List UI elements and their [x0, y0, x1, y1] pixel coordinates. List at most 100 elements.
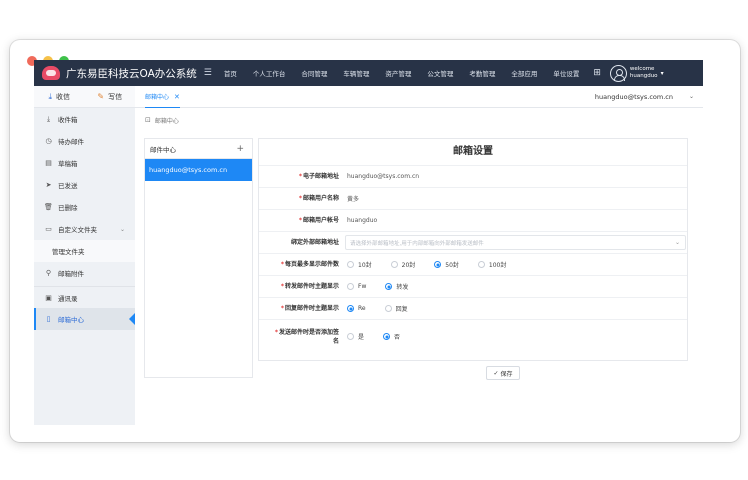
sidebar-item-sent[interactable]: ➤ 已发送: [34, 174, 135, 196]
trash-icon: 🗑: [44, 203, 53, 211]
nav-item-home[interactable]: 首页: [218, 68, 245, 78]
username-label: *邮箱用户名称: [259, 194, 345, 203]
signature-option[interactable]: 是: [347, 332, 364, 341]
sidebar-actions: ⤓ 收信 ✎ 写信: [34, 86, 135, 108]
nav-item-contracts[interactable]: 合同管理: [293, 68, 335, 78]
sidebar-item-label: 草稿箱: [58, 160, 78, 168]
account-label-text: 邮箱用户帐号: [302, 217, 339, 224]
chevron-down-icon: ⌄: [119, 225, 125, 233]
sidebar-item-inbox[interactable]: ⤓ 收件箱: [34, 108, 135, 130]
radio-label: 回复: [395, 306, 408, 313]
nav-item-vehicles[interactable]: 车辆管理: [335, 68, 377, 78]
chevron-down-icon[interactable]: ⌄: [689, 93, 694, 100]
compose-label: 写信: [108, 92, 123, 101]
send-icon: ➤: [45, 181, 52, 189]
compose-button[interactable]: ✎ 写信: [85, 86, 136, 107]
email-label-text: 电子邮箱地址: [302, 173, 339, 180]
user-name: huangduo: [629, 73, 658, 79]
nav-item-all-apps[interactable]: 全部应用: [503, 68, 545, 78]
user-welcome: welcome: [629, 66, 655, 72]
reply-option[interactable]: 回复: [384, 304, 408, 313]
forward-label: *转发邮件时主题显示: [259, 282, 345, 291]
per-page-option[interactable]: 100封: [477, 260, 506, 269]
forward-option[interactable]: Fw: [347, 283, 366, 290]
per-page-option[interactable]: 50封: [434, 260, 459, 269]
radio-circle[interactable]: [384, 305, 392, 312]
signature-option[interactable]: 否: [383, 332, 400, 341]
save-button[interactable]: ✓ 保存: [486, 366, 520, 380]
main-area: 邮箱中心 ✕ huangduo@tsys.com.cn ⌄ ⊡ 邮箱中心 邮件中…: [135, 86, 703, 425]
add-mailbox-button[interactable]: +: [236, 144, 244, 154]
sidebar-item-label: 收件箱: [58, 116, 78, 124]
mail-center-icon: ⊡: [145, 116, 151, 124]
form-row-per-page: *每页最多显示邮件数 10封 20封 50封 100封: [259, 253, 687, 275]
sidebar-item-deleted[interactable]: 🗑 已删除: [34, 196, 135, 218]
sidebar-item-label: 邮箱附件: [58, 270, 84, 278]
required-mark: *: [274, 328, 278, 336]
account-email[interactable]: huangduo@tsys.com.cn: [595, 93, 673, 101]
account-label: *邮箱用户帐号: [259, 216, 345, 225]
save-label: 保存: [500, 370, 513, 378]
radio-circle-selected[interactable]: [434, 261, 442, 268]
sidebar-item-drafts[interactable]: ▤ 草稿箱: [34, 152, 135, 174]
sidebar-item-manage-folders[interactable]: 管理文件夹: [34, 240, 135, 262]
nav-item-org-settings[interactable]: 单位设置: [545, 68, 587, 78]
breadcrumb-label: 邮箱中心: [154, 117, 179, 125]
org-chart-icon[interactable]: ⊞: [593, 68, 601, 78]
sidebar-item-label: 自定义文件夹: [58, 226, 97, 234]
screenshot-stage: 广东易臣科技云OA办公系统 ☰ 首页 个人工作台 合同管理 车辆管理 资产管理 …: [0, 0, 748, 480]
sidebar-item-custom-folders[interactable]: ▭ 自定义文件夹 ⌄: [34, 218, 135, 240]
per-page-option[interactable]: 10封: [347, 260, 372, 269]
radio-circle[interactable]: [347, 261, 354, 268]
sidebar-item-label: 邮箱中心: [58, 316, 84, 324]
check-icon: ✓: [493, 369, 499, 377]
radio-label: 10封: [358, 262, 372, 269]
form-row-signature: *发送邮件时是否添加签名 是 否: [259, 319, 687, 353]
sidebar-item-attachments[interactable]: ⚲ 邮箱附件: [34, 262, 135, 284]
per-page-label-text: 每页最多显示邮件数: [284, 261, 339, 268]
form-row-reply: *回复邮件时主题显示 Re 回复: [259, 297, 687, 319]
radio-circle[interactable]: [347, 283, 354, 290]
top-nav: 首页 个人工作台 合同管理 车辆管理 资产管理 公文管理 考勤管理 全部应用 单…: [218, 68, 588, 78]
receive-mail-button[interactable]: ⤓ 收信: [34, 86, 85, 107]
tab-mail-center[interactable]: 邮箱中心 ✕: [145, 86, 180, 108]
menu-icon[interactable]: ☰: [204, 68, 212, 78]
form-title: 邮箱设置: [453, 146, 493, 157]
radio-circle-selected[interactable]: [347, 305, 354, 312]
reply-label: *回复邮件时主题显示: [259, 304, 345, 313]
user-menu[interactable]: welcome huangduo ▾: [609, 64, 664, 82]
per-page-option[interactable]: 20封: [390, 260, 415, 269]
radio-label: 是: [358, 334, 365, 341]
radio-label: 50封: [445, 262, 459, 269]
radio-circle[interactable]: [390, 261, 398, 268]
forward-label-text: 转发邮件时主题显示: [284, 283, 339, 290]
radio-circle[interactable]: [347, 333, 354, 340]
reply-option[interactable]: Re: [347, 305, 366, 312]
mail-sidebar: ⤓ 收信 ✎ 写信 ⤓ 收件箱 ◷ 待办邮件 ▤ 草稿箱 ➤ 已发送 🗑 已删除…: [34, 86, 135, 425]
sidebar-item-mail-center[interactable]: ▯ 邮箱中心: [34, 308, 135, 330]
external-mailbox-select[interactable]: 请选择外部邮箱地址,用于内部邮箱向外部邮箱发送邮件 ⌄: [345, 235, 686, 250]
sidebar-item-label: 通讯录: [58, 294, 78, 303]
pencil-icon: ✎: [97, 92, 105, 101]
mailbox-item-selected[interactable]: huangduo@tsys.com.cn: [145, 159, 252, 181]
account-value: huangduo: [347, 217, 378, 224]
forward-option[interactable]: 转发: [385, 282, 408, 291]
nav-item-documents[interactable]: 公文管理: [419, 68, 461, 78]
sidebar-item-contacts[interactable]: ▣ 通讯录: [34, 286, 135, 308]
close-icon[interactable]: ✕: [174, 93, 180, 101]
receive-mail-label: 收信: [56, 92, 71, 101]
required-mark: *: [298, 195, 302, 202]
mailbox-list-panel: 邮件中心 + huangduo@tsys.com.cn: [144, 138, 253, 378]
nav-item-attendance[interactable]: 考勤管理: [461, 68, 503, 78]
nav-item-assets[interactable]: 资产管理: [377, 68, 419, 78]
radio-circle[interactable]: [477, 261, 485, 268]
top-bar: 广东易臣科技云OA办公系统 ☰ 首页 个人工作台 合同管理 车辆管理 资产管理 …: [34, 60, 703, 86]
radio-circle-selected[interactable]: [385, 283, 393, 290]
form-row-username: *邮箱用户名称 黄多: [259, 187, 687, 209]
nav-item-workbench[interactable]: 个人工作台: [245, 68, 294, 78]
form-row-forward: *转发邮件时主题显示 Fw 转发: [259, 275, 687, 297]
radio-label: Fw: [358, 283, 367, 290]
radio-circle-selected[interactable]: [383, 333, 391, 340]
sidebar-item-label: 待办邮件: [58, 138, 84, 146]
sidebar-item-todo[interactable]: ◷ 待办邮件: [34, 130, 135, 152]
